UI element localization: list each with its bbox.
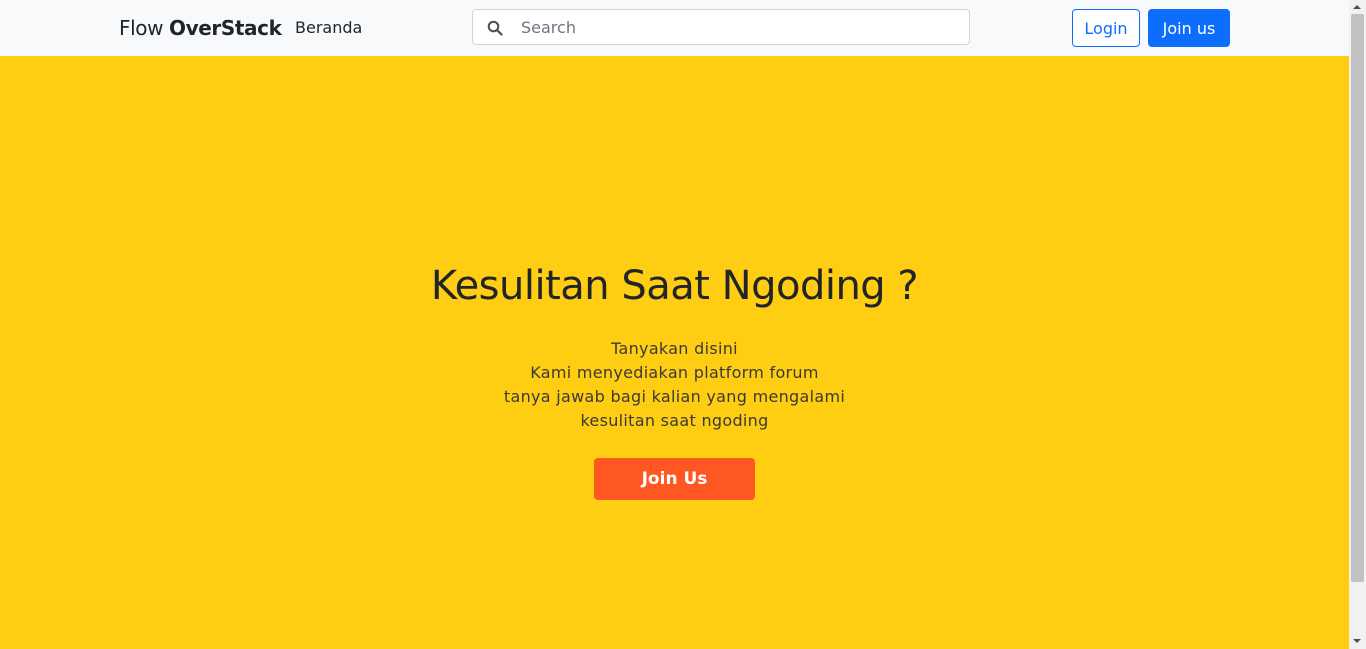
hero-description-line: tanya jawab bagi kalian yang mengalami <box>503 387 846 406</box>
hero-join-us-button[interactable]: Join Us <box>594 458 755 500</box>
nav-link-beranda[interactable]: Beranda <box>295 17 362 39</box>
hero-section: Kesulitan Saat Ngoding ? Tanyakan disini… <box>0 56 1349 649</box>
brand-name-light: Flow <box>119 16 170 40</box>
hero-description-line: Tanyakan disini <box>611 339 738 358</box>
hero-description: Tanyakan disini Kami menyediakan platfor… <box>0 337 1349 433</box>
scroll-down-arrow-icon[interactable] <box>1353 639 1361 643</box>
login-button[interactable]: Login <box>1072 9 1140 47</box>
search-bar <box>472 9 970 45</box>
scroll-up-arrow-icon[interactable] <box>1353 5 1361 9</box>
search-input[interactable] <box>509 10 959 44</box>
page: Flow OverStack Beranda Login Join us Kes… <box>0 0 1366 649</box>
brand-name-bold: OverStack <box>169 16 282 40</box>
hero-title: Kesulitan Saat Ngoding ? <box>430 263 919 309</box>
search-icon <box>487 20 503 36</box>
scrollbar-thumb[interactable] <box>1351 14 1364 582</box>
hero-description-line: kesulitan saat ngoding <box>580 411 769 430</box>
vertical-scrollbar[interactable] <box>1349 0 1366 649</box>
brand-logo[interactable]: Flow OverStack <box>119 14 282 42</box>
navbar: Flow OverStack Beranda Login Join us <box>0 0 1349 56</box>
join-us-button[interactable]: Join us <box>1148 9 1230 47</box>
hero-description-line: Kami menyediakan platform forum <box>530 363 819 382</box>
